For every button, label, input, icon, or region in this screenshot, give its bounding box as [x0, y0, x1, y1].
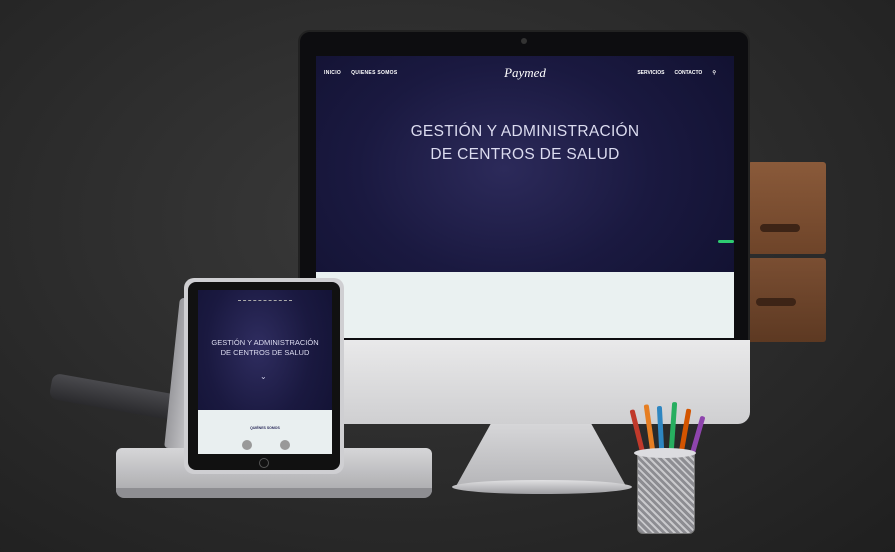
avatar: [280, 440, 290, 450]
tablet-screen: GESTIÓN Y ADMINISTRACIÓN DE CENTROS DE S…: [198, 290, 332, 454]
tablet-hero-title: GESTIÓN Y ADMINISTRACIÓN DE CENTROS DE S…: [198, 338, 332, 358]
tablet-section-title: QUIÉNES SOMOS: [250, 426, 280, 430]
search-icon[interactable]: ⚲: [712, 70, 716, 76]
imac-stand: [455, 420, 627, 488]
camera-dot: [521, 38, 527, 44]
home-button[interactable]: [259, 458, 269, 468]
tablet-hero-line-1: GESTIÓN Y ADMINISTRACIÓN: [211, 338, 319, 347]
hero-line-1: GESTIÓN Y ADMINISTRACIÓN: [410, 123, 640, 140]
scroll-indicator: [718, 240, 734, 243]
nav-right: SERVICIOS CONTACTO ⚲: [627, 70, 716, 76]
nav-item-servicios[interactable]: SERVICIOS: [637, 70, 664, 76]
wooden-crate: [744, 162, 826, 342]
pencil-cup: [637, 452, 695, 534]
hero-line-2: DE CENTROS DE SALUD: [430, 146, 620, 163]
nav-item-contacto[interactable]: CONTACTO: [674, 70, 702, 76]
hero-title: GESTIÓN Y ADMINISTRACIÓN DE CENTROS DE S…: [316, 120, 734, 166]
chevron-down-icon[interactable]: ⌄: [260, 372, 267, 381]
about-section: [316, 272, 734, 338]
avatar: [242, 440, 252, 450]
tablet-nav: [238, 300, 292, 303]
smartphone: [48, 372, 182, 422]
pencil-cup-rim: [634, 448, 696, 458]
tablet-about-section: [198, 410, 332, 454]
laptop-edge: [116, 488, 432, 498]
tablet-hero-line-2: DE CENTROS DE SALUD: [220, 348, 310, 357]
imac-foot: [452, 480, 632, 494]
imac-screen: INICIO QUIENES SOMOS Paymed SERVICIOS CONT…: [316, 56, 734, 338]
